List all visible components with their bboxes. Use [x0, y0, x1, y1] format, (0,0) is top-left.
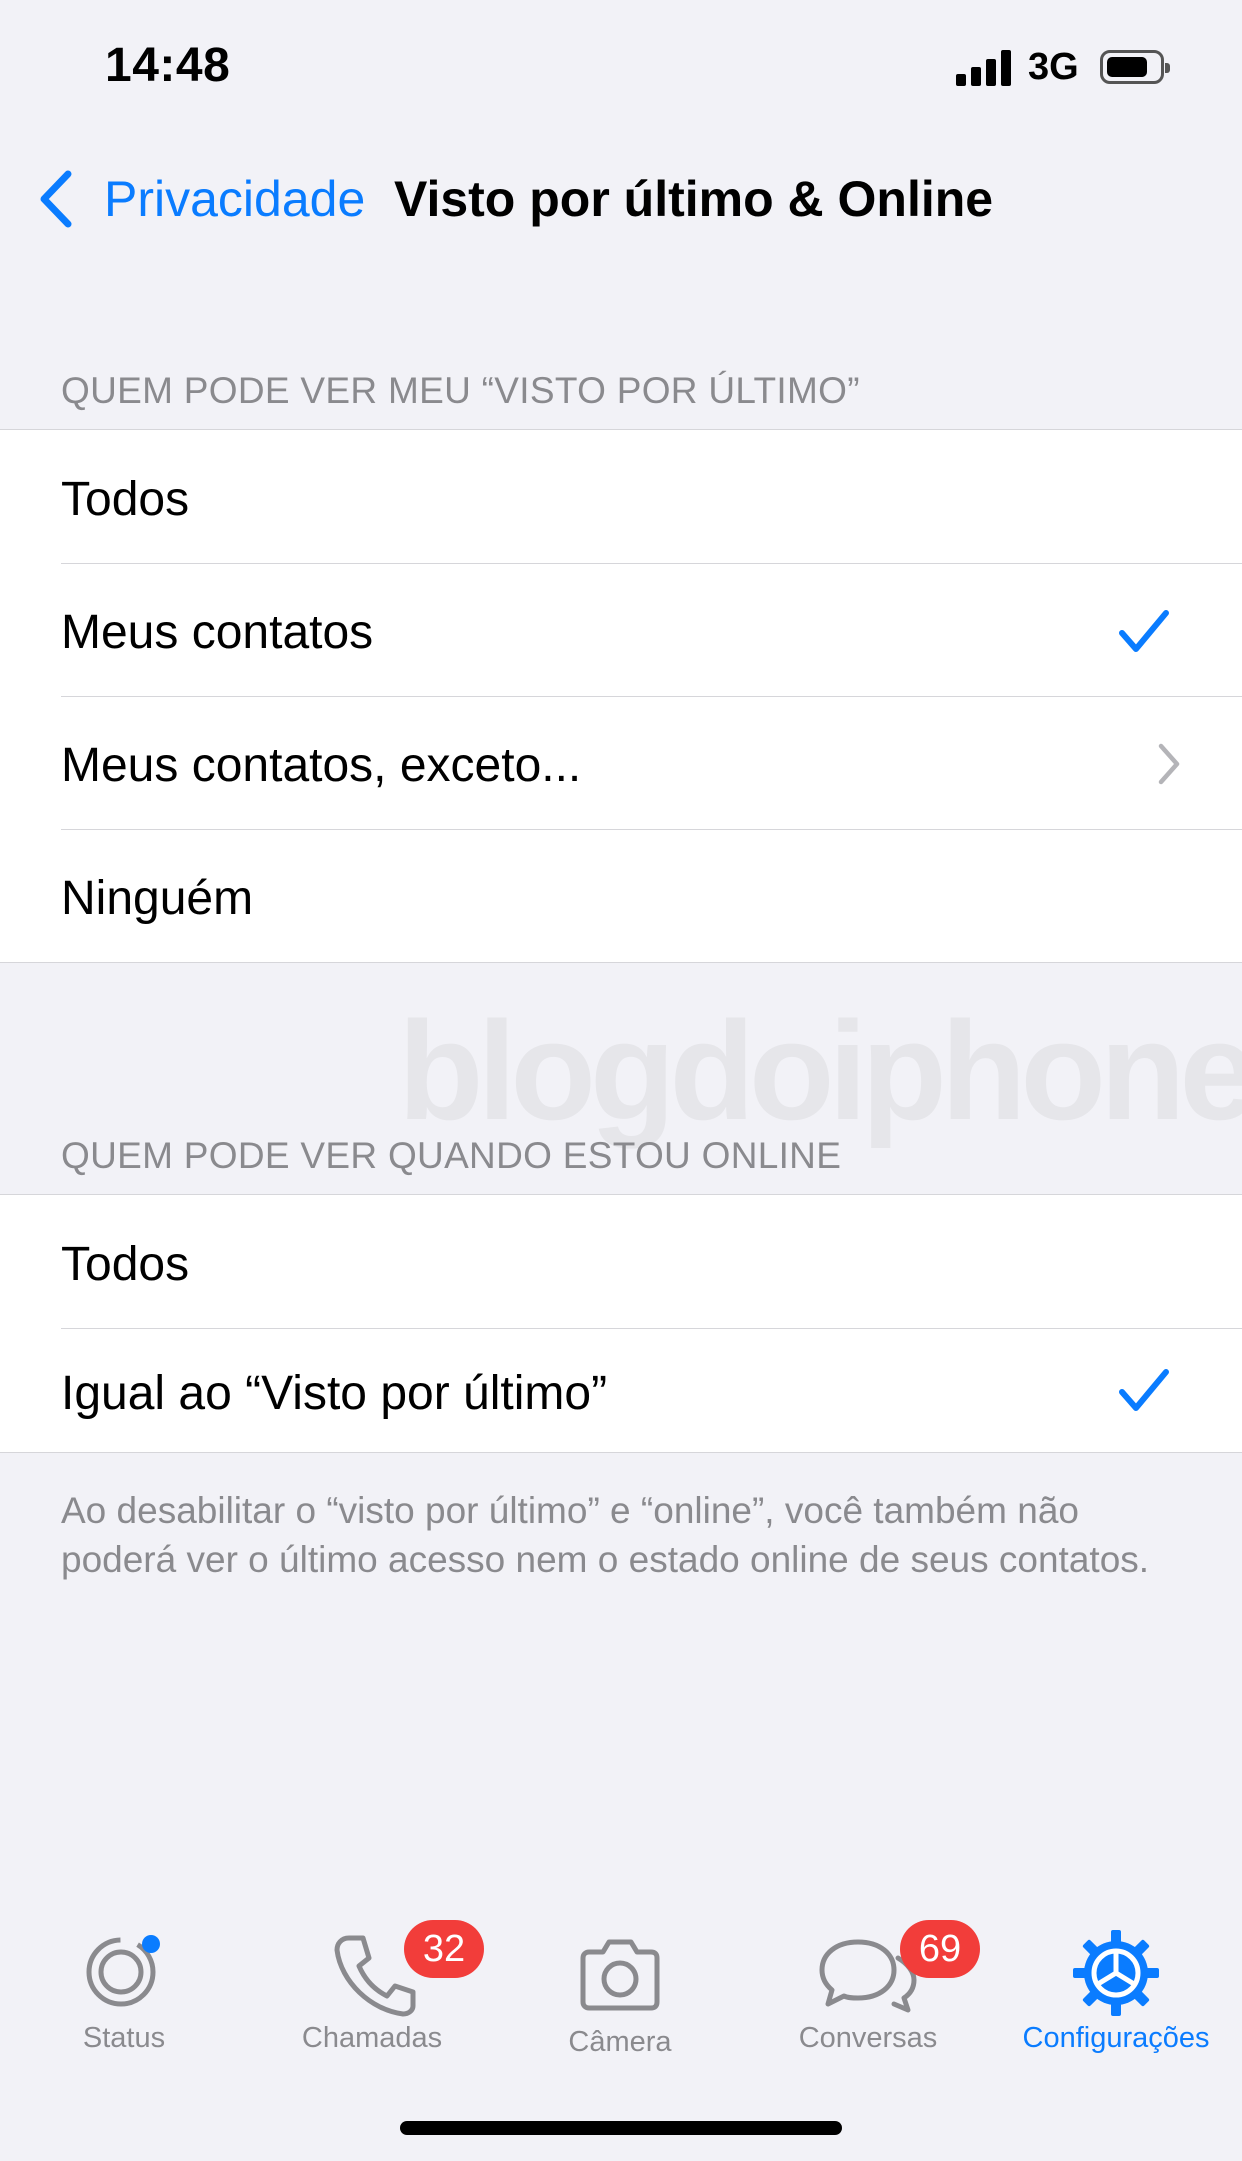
- online-section-header: QUEM PODE VER QUANDO ESTOU ONLINE: [61, 1135, 842, 1176]
- tab-camera[interactable]: Câmera: [540, 1930, 700, 2059]
- calls-badge: 32: [404, 1920, 484, 1978]
- phone-icon: [334, 1935, 416, 2017]
- option-ninguem[interactable]: Ninguém: [0, 829, 1242, 962]
- option-label: Meus contatos: [61, 606, 374, 659]
- back-chevron-icon[interactable]: [36, 168, 76, 230]
- option-meus-contatos[interactable]: Meus contatos: [0, 563, 1242, 696]
- watermark: blogdoiphone: [398, 992, 1242, 1149]
- battery-icon: [1100, 50, 1170, 84]
- tab-label: Configurações: [1022, 2022, 1210, 2054]
- checkmark-icon: [1119, 610, 1169, 652]
- tab-label: Status: [82, 2022, 166, 2054]
- tab-configuracoes[interactable]: Configurações: [1000, 1928, 1232, 2055]
- tab-label: Câmera: [568, 2026, 672, 2058]
- option-todos[interactable]: Todos: [0, 430, 1242, 563]
- option-label: Meus contatos, exceto...: [61, 739, 582, 792]
- option-label: Igual ao “Visto por último”: [61, 1367, 608, 1420]
- option-igual-visto-por-ultimo[interactable]: Igual ao “Visto por último”: [0, 1328, 1242, 1452]
- option-online-todos[interactable]: Todos: [0, 1195, 1242, 1328]
- footer-note: Ao desabilitar o “visto por último” e “o…: [61, 1490, 1150, 1580]
- status-icon: [86, 1935, 160, 2007]
- option-label: Todos: [61, 473, 190, 526]
- tab-label: Conversas: [798, 2022, 938, 2054]
- option-label: Todos: [61, 1238, 190, 1291]
- tab-label: Chamadas: [301, 2022, 443, 2054]
- page-title: Visto por último & Online: [394, 171, 994, 227]
- back-button[interactable]: Privacidade: [104, 170, 365, 228]
- home-indicator[interactable]: [400, 2121, 842, 2135]
- checkmark-icon: [1119, 1369, 1169, 1411]
- conversations-badge: 69: [900, 1920, 980, 1978]
- status-time: 14:48: [105, 39, 231, 92]
- chevron-right-icon: [1158, 743, 1180, 785]
- option-label: Ninguém: [61, 872, 254, 925]
- online-options-group: Todos Igual ao “Visto por último”: [0, 1194, 1242, 1453]
- tab-status[interactable]: Status: [44, 1928, 204, 2055]
- last-seen-options-group: Todos Meus contatos Meus contatos, excet…: [0, 429, 1242, 963]
- gear-icon: [1073, 1930, 1159, 2016]
- last-seen-section-header: QUEM PODE VER MEU “VISTO POR ÚLTIMO”: [61, 370, 860, 411]
- camera-icon: [580, 1939, 660, 2011]
- network-type: 3G: [1028, 46, 1079, 88]
- signal-strength-icon: [956, 50, 1012, 86]
- option-meus-contatos-exceto[interactable]: Meus contatos, exceto...: [0, 696, 1242, 829]
